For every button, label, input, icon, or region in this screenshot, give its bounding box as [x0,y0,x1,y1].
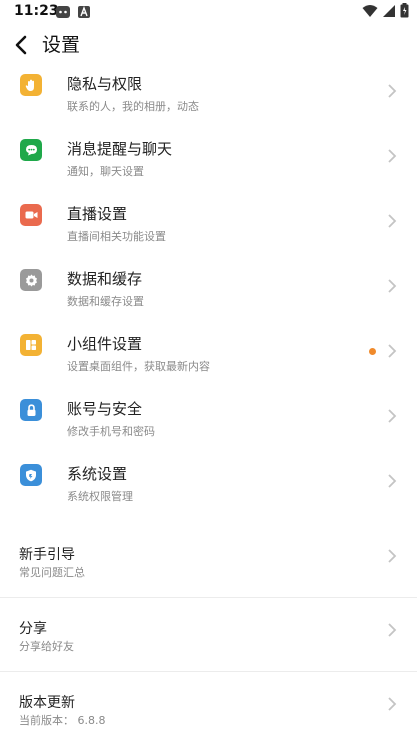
a-notification-icon [77,4,93,20]
menu-item-version-update[interactable]: 版本更新 当前版本： 6.8.8 [0,692,417,741]
lock-icon [20,399,42,421]
gear-icon [20,269,42,291]
menu-item-share[interactable]: 分享 分享给好友 [0,618,417,678]
menu-subtitle: 常见问题汇总 [19,566,85,579]
menu-item-privacy[interactable]: 隐私与权限 联系的人，我的相册，动态 [0,73,417,138]
menu-title: 分享 [19,621,47,637]
signal-icon [382,3,396,22]
menu-title: 消息提醒与聊天 [67,140,173,158]
chevron-right-icon [388,409,397,423]
menu-title: 版本更新 [19,695,75,711]
chevron-right-icon [388,149,397,163]
menu-subtitle: 分享给好友 [19,640,74,653]
chevron-right-icon [388,279,397,293]
back-arrow-icon [15,35,27,55]
status-bar: 11:23 [0,0,417,24]
menu-title: 数据和缓存 [67,270,143,288]
page-title: 设置 [42,34,81,56]
menu-subtitle: 当前版本： 6.8.8 [19,714,106,727]
menu-item-beginner-guide[interactable]: 新手引导 常见问题汇总 [0,544,417,604]
menu-item-data-cache[interactable]: 数据和缓存 数据和缓存设置 [0,268,417,333]
back-button[interactable] [10,32,32,58]
menu-item-live[interactable]: 直播设置 直播间相关功能设置 [0,203,417,268]
menu-item-system[interactable]: 系统设置 系统权限管理 [0,463,417,528]
header: 设置 [0,24,417,64]
menu-item-notifications[interactable]: 消息提醒与聊天 通知，聊天设置 [0,138,417,203]
menu-item-widgets[interactable]: 小组件设置 设置桌面组件，获取最新内容 [0,333,417,398]
menu-title: 小组件设置 [67,335,143,353]
menu-subtitle: 通知，聊天设置 [67,165,144,178]
chevron-right-icon [388,344,397,358]
menu-title: 账号与安全 [67,400,143,418]
shield-icon [20,464,42,486]
chevron-right-icon [388,697,397,711]
chevron-right-icon [388,214,397,228]
menu-title: 直播设置 [67,205,128,223]
divider [0,597,417,598]
menu-subtitle: 直播间相关功能设置 [67,230,166,243]
chevron-right-icon [388,549,397,563]
menu-subtitle: 修改手机号和密码 [67,425,155,438]
menu-title: 隐私与权限 [67,75,143,93]
divider [0,671,417,672]
menu-subtitle: 设置桌面组件，获取最新内容 [67,360,210,373]
chat-bubble-icon [20,139,42,161]
video-camera-icon [20,204,42,226]
chevron-right-icon [388,84,397,98]
menu-subtitle: 数据和缓存设置 [67,295,144,308]
menu-subtitle: 联系的人，我的相册，动态 [67,100,199,113]
battery-icon [400,3,409,22]
chevron-right-icon [388,623,397,637]
menu-title: 新手引导 [19,547,75,563]
menu-title: 系统设置 [67,465,128,483]
status-time: 11:23 [14,3,59,19]
wifi-icon [362,3,378,22]
menu-item-account-security[interactable]: 账号与安全 修改手机号和密码 [0,398,417,463]
robot-notification-icon [55,4,71,20]
menu-subtitle: 系统权限管理 [67,490,133,503]
status-right [362,3,409,22]
widget-icon [20,334,42,356]
new-indicator-dot [369,348,376,355]
chevron-right-icon [388,474,397,488]
hand-icon [20,74,42,96]
